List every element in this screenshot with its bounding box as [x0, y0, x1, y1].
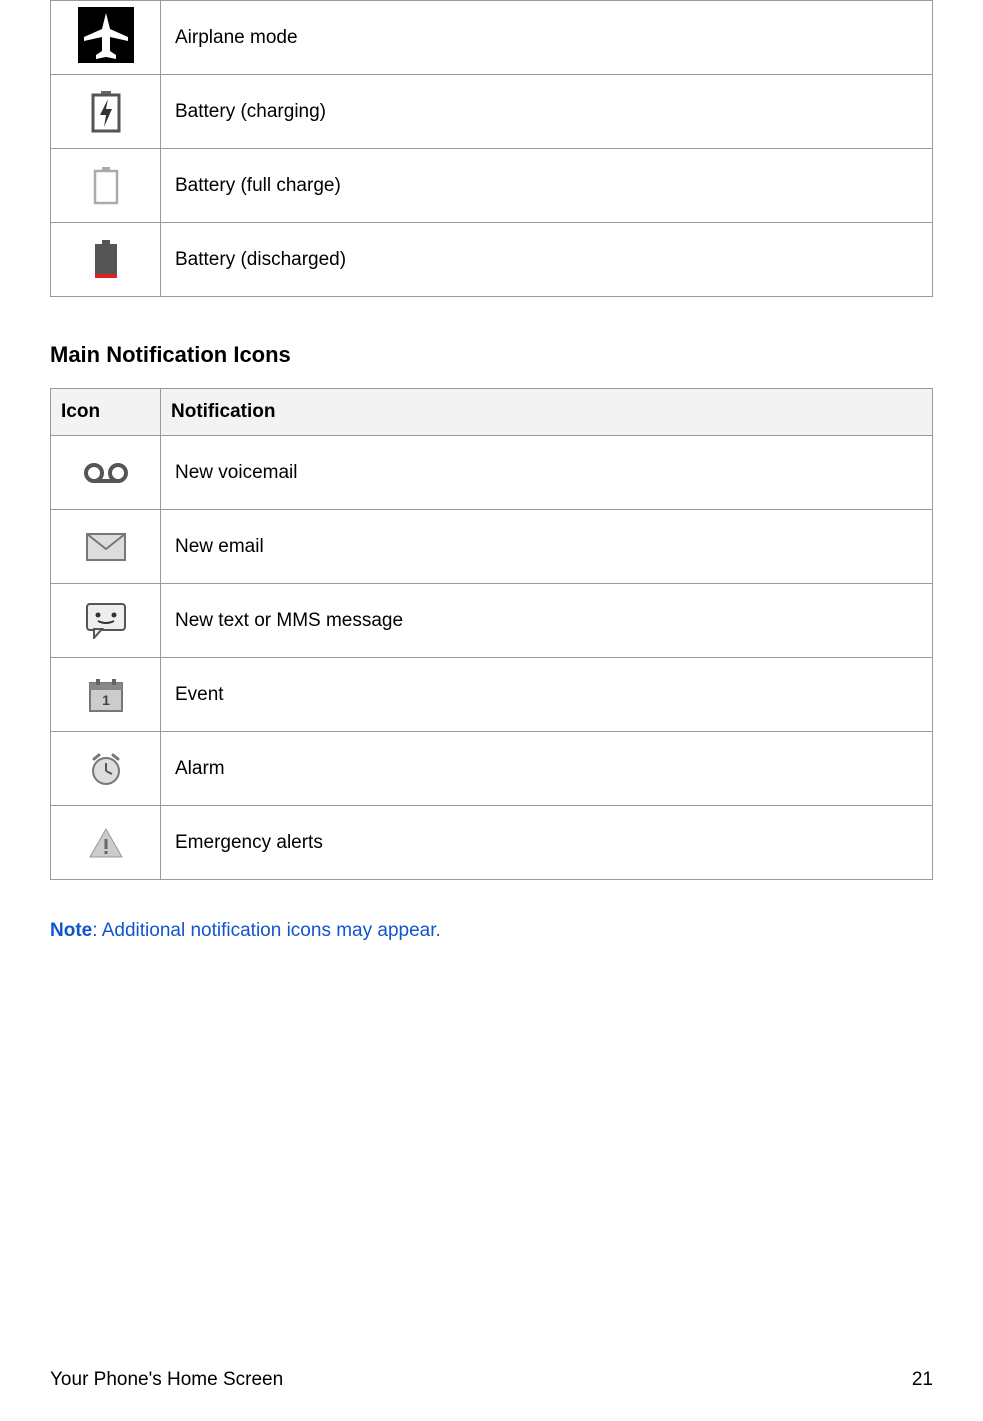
- notification-label: Alarm: [161, 732, 933, 806]
- table-row: New email: [51, 510, 933, 584]
- notification-icons-table: Icon Notification New voicemail: [50, 388, 933, 880]
- notification-label: Emergency alerts: [161, 806, 933, 880]
- status-label: Battery (charging): [161, 75, 933, 149]
- voicemail-icon: [78, 445, 134, 501]
- notification-label: New voicemail: [161, 436, 933, 510]
- icon-cell: [51, 584, 161, 658]
- status-label: Airplane mode: [161, 1, 933, 75]
- table-row: Battery (charging): [51, 75, 933, 149]
- footer-title: Your Phone's Home Screen: [50, 1369, 283, 1391]
- email-icon: [78, 519, 134, 575]
- icon-cell: [51, 806, 161, 880]
- sms-icon: [78, 593, 134, 649]
- status-icons-table: Airplane mode Battery (charging): [50, 0, 933, 297]
- table-row: Emergency alerts: [51, 806, 933, 880]
- icon-cell: 1: [51, 658, 161, 732]
- notification-label: New text or MMS message: [161, 584, 933, 658]
- icon-cell: [51, 1, 161, 75]
- battery-full-icon: [78, 158, 134, 214]
- note-label: Note: [50, 920, 92, 941]
- table-header-notification: Notification: [161, 389, 933, 436]
- table-row: New text or MMS message: [51, 584, 933, 658]
- battery-discharged-icon: [78, 232, 134, 288]
- table-row: Battery (discharged): [51, 223, 933, 297]
- table-row: 1 Event: [51, 658, 933, 732]
- page-number: 21: [912, 1369, 933, 1391]
- table-row: Alarm: [51, 732, 933, 806]
- notification-label: Event: [161, 658, 933, 732]
- icon-cell: [51, 732, 161, 806]
- notification-label: New email: [161, 510, 933, 584]
- table-row: Airplane mode: [51, 1, 933, 75]
- icon-cell: [51, 149, 161, 223]
- battery-charging-icon: [78, 84, 134, 140]
- page-footer: Your Phone's Home Screen 21: [50, 1369, 933, 1391]
- icon-cell: [51, 436, 161, 510]
- table-row: New voicemail: [51, 436, 933, 510]
- event-icon: 1: [78, 667, 134, 723]
- table-header-row: Icon Notification: [51, 389, 933, 436]
- icon-cell: [51, 223, 161, 297]
- note-body: : Additional notification icons may appe…: [92, 920, 441, 941]
- airplane-mode-icon: [78, 7, 134, 63]
- table-row: Battery (full charge): [51, 149, 933, 223]
- table-header-icon: Icon: [51, 389, 161, 436]
- status-label: Battery (discharged): [161, 223, 933, 297]
- emergency-alert-icon: [78, 815, 134, 871]
- icon-cell: [51, 510, 161, 584]
- note-text: Note: Additional notification icons may …: [50, 920, 933, 942]
- alarm-icon: [78, 741, 134, 797]
- icon-cell: [51, 75, 161, 149]
- section-title: Main Notification Icons: [50, 342, 933, 368]
- svg-text:1: 1: [102, 692, 110, 708]
- status-label: Battery (full charge): [161, 149, 933, 223]
